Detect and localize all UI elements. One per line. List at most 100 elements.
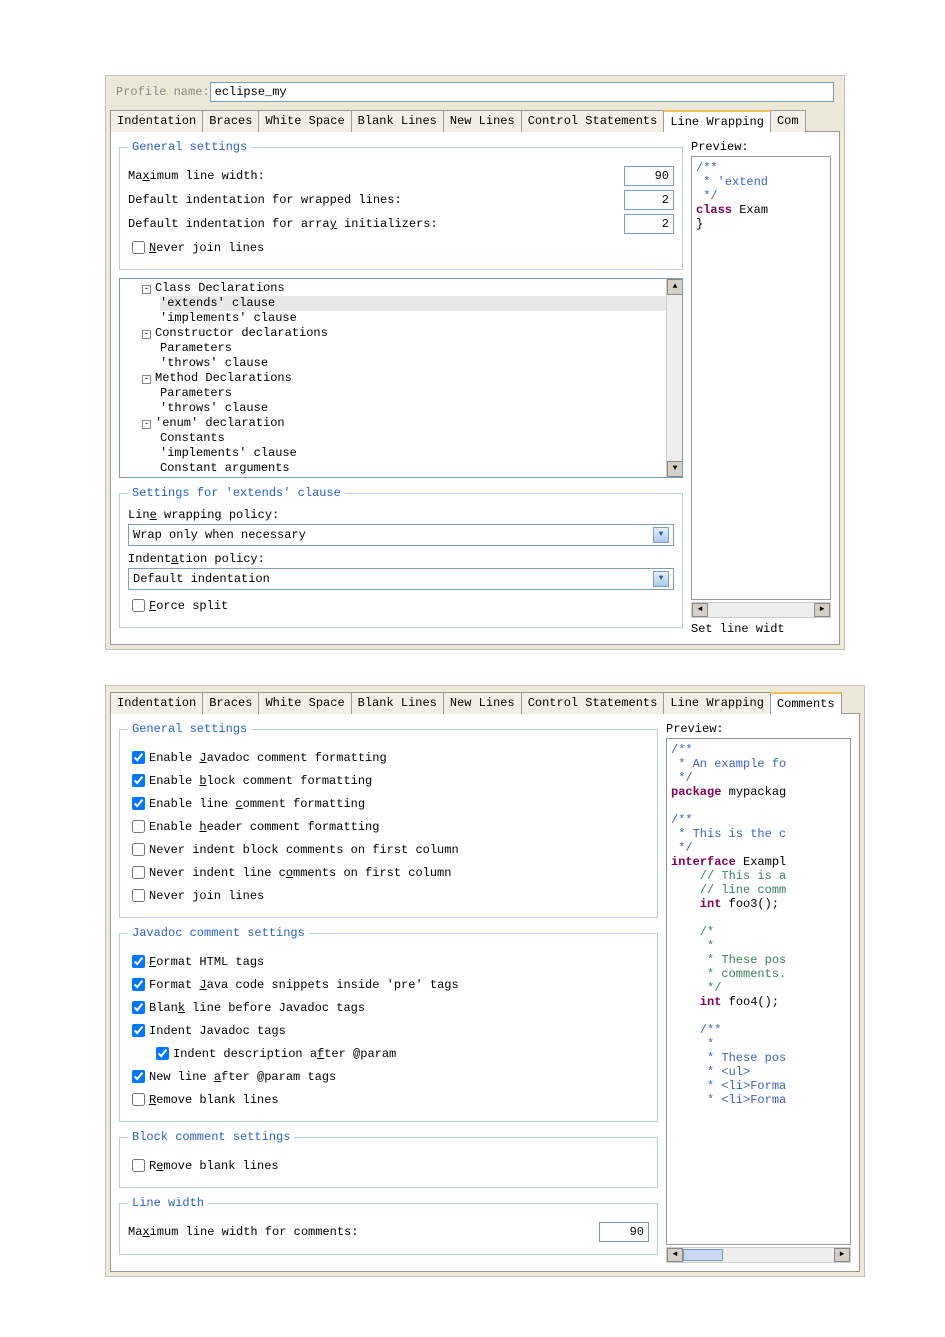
preview-pane-2: /** * An example fo */ package mypackag … [666, 738, 851, 1245]
scroll-down-icon[interactable]: ▼ [667, 461, 683, 477]
tab-whitespace[interactable]: White Space [258, 692, 351, 714]
format-java-pre-checkbox[interactable] [132, 978, 145, 991]
indent-policy-select[interactable]: Default indentation ▼ [128, 568, 674, 590]
never-join-lines-label-2: Never join lines [149, 889, 264, 903]
format-html-checkbox[interactable] [132, 955, 145, 968]
newline-after-param-label: New line after @param tags [149, 1070, 336, 1084]
enable-line-label: Enable line comment formatting [149, 797, 365, 811]
preview-hscroll[interactable]: ◄ ► [691, 602, 831, 618]
tree-toggle-icon[interactable]: - [142, 285, 151, 294]
tab-control[interactable]: Control Statements [521, 692, 665, 714]
comments-panel: Indentation Braces White Space Blank Lin… [105, 685, 865, 1277]
tab-braces[interactable]: Braces [202, 692, 259, 714]
tree-const-args[interactable]: Constant arguments [160, 461, 290, 475]
scroll-left-icon[interactable]: ◄ [667, 1248, 683, 1262]
profile-name-input[interactable] [210, 82, 834, 102]
max-line-width-input[interactable] [624, 166, 674, 186]
tab-blanklines[interactable]: Blank Lines [351, 692, 444, 714]
settings-for-legend: Settings for 'extends' clause [128, 486, 345, 500]
tree-parameters[interactable]: Parameters [160, 341, 232, 355]
profile-name-row: Profile name: [110, 80, 840, 108]
tree-throws[interactable]: 'throws' clause [160, 401, 268, 415]
tree-enum-decl[interactable]: 'enum' declaration [155, 416, 285, 430]
scroll-thumb[interactable] [683, 1249, 723, 1261]
tab-newlines[interactable]: New Lines [443, 110, 522, 132]
indent-desc-after-param-checkbox[interactable] [156, 1047, 169, 1060]
scroll-right-icon[interactable]: ► [814, 603, 830, 617]
enable-javadoc-label: Enable Javadoc comment formatting [149, 751, 387, 765]
tree-throws[interactable]: 'throws' clause [160, 356, 268, 370]
tree-class-decl[interactable]: Class Declarations [155, 281, 285, 295]
tab-linewrapping[interactable]: Line Wrapping [663, 692, 771, 714]
general-settings-legend: General settings [128, 140, 251, 154]
tree-extends[interactable]: 'extends' clause [160, 296, 275, 310]
never-indent-block-checkbox[interactable] [132, 843, 145, 856]
tabs-2: Indentation Braces White Space Blank Lin… [110, 690, 860, 714]
never-join-lines-checkbox[interactable] [132, 241, 145, 254]
tab-comments[interactable]: Comments [770, 692, 842, 714]
indent-desc-after-param-label: Indent description after @param [173, 1047, 396, 1061]
enable-line-checkbox[interactable] [132, 797, 145, 810]
preview-hscroll-2[interactable]: ◄ ► [666, 1247, 851, 1263]
never-indent-line-checkbox[interactable] [132, 866, 145, 879]
newline-after-param-checkbox[interactable] [132, 1070, 145, 1083]
tabs-1: Indentation Braces White Space Blank Lin… [110, 108, 840, 132]
dropdown-icon[interactable]: ▼ [653, 571, 669, 587]
tree-toggle-icon[interactable]: - [142, 375, 151, 384]
tree-constants[interactable]: Constants [160, 431, 225, 445]
enable-block-label: Enable block comment formatting [149, 774, 372, 788]
tree-parameters[interactable]: Parameters [160, 386, 232, 400]
tab-content-1: General settings Maximum line width: Def… [110, 131, 840, 645]
scroll-left-icon[interactable]: ◄ [692, 603, 708, 617]
max-line-width-comments-input[interactable] [599, 1222, 649, 1242]
indent-javadoc-tags-checkbox[interactable] [132, 1024, 145, 1037]
scroll-up-icon[interactable]: ▲ [667, 279, 683, 295]
tab-whitespace[interactable]: White Space [258, 110, 351, 132]
never-indent-line-label: Never indent line comments on first colu… [149, 866, 451, 880]
tree-toggle-icon[interactable]: - [142, 420, 151, 429]
tab-indentation[interactable]: Indentation [110, 110, 203, 132]
general-settings-legend-2: General settings [128, 722, 251, 736]
enable-javadoc-checkbox[interactable] [132, 751, 145, 764]
preview-pane-1: /** * 'extend */ class Exam } [691, 156, 831, 600]
remove-blank-lines-checkbox[interactable] [132, 1093, 145, 1106]
tab-newlines[interactable]: New Lines [443, 692, 522, 714]
tree-implements[interactable]: 'implements' clause [160, 311, 297, 325]
default-indent-wrapped-label: Default indentation for wrapped lines: [128, 193, 624, 207]
blank-before-javadoc-checkbox[interactable] [132, 1001, 145, 1014]
default-indent-wrapped-input[interactable] [624, 190, 674, 210]
tab-comments-cut[interactable]: Com [770, 110, 806, 132]
max-line-width-label: Maximum line width: [128, 169, 624, 183]
tab-braces[interactable]: Braces [202, 110, 259, 132]
tree-method-decl[interactable]: Method Declarations [155, 371, 292, 385]
tab-control[interactable]: Control Statements [521, 110, 665, 132]
format-java-pre-label: Format Java code snippets inside 'pre' t… [149, 978, 459, 992]
general-settings-fieldset-2: General settings Enable Javadoc comment … [119, 722, 658, 918]
scroll-right-icon[interactable]: ► [834, 1248, 850, 1262]
tab-linewrapping[interactable]: Line Wrapping [663, 110, 771, 132]
tree-func-calls[interactable]: Function Calls [155, 476, 256, 478]
tree-toggle-icon[interactable]: - [142, 330, 151, 339]
line-wrap-policy-select[interactable]: Wrap only when necessary ▼ [128, 524, 674, 546]
dropdown-icon[interactable]: ▼ [653, 527, 669, 543]
remove-blank-lines-label: Remove blank lines [149, 1093, 279, 1107]
enable-block-checkbox[interactable] [132, 774, 145, 787]
tree-scrollbar[interactable]: ▲ ▼ [666, 279, 682, 477]
tree-ctor-decl[interactable]: Constructor declarations [155, 326, 328, 340]
default-indent-array-input[interactable] [624, 214, 674, 234]
never-join-lines-checkbox-2[interactable] [132, 889, 145, 902]
default-indent-array-label: Default indentation for array initialize… [128, 217, 624, 231]
tab-blanklines[interactable]: Blank Lines [351, 110, 444, 132]
indent-javadoc-tags-label: Indent Javadoc tags [149, 1024, 286, 1038]
enable-header-checkbox[interactable] [132, 820, 145, 833]
remove-blank-lines-checkbox-2[interactable] [132, 1159, 145, 1172]
tab-indentation[interactable]: Indentation [110, 692, 203, 714]
tree-implements[interactable]: 'implements' clause [160, 446, 297, 460]
line-width-fieldset: Line width Maximum line width for commen… [119, 1196, 658, 1255]
indent-policy-label: Indentation policy: [128, 552, 674, 566]
category-tree[interactable]: -Class Declarations 'extends' clause 'im… [119, 278, 683, 478]
force-split-checkbox[interactable] [132, 599, 145, 612]
block-comment-legend: Block comment settings [128, 1130, 294, 1144]
line-wrap-policy-label: Line wrapping policy: [128, 508, 674, 522]
tab-content-2: General settings Enable Javadoc comment … [110, 713, 860, 1272]
